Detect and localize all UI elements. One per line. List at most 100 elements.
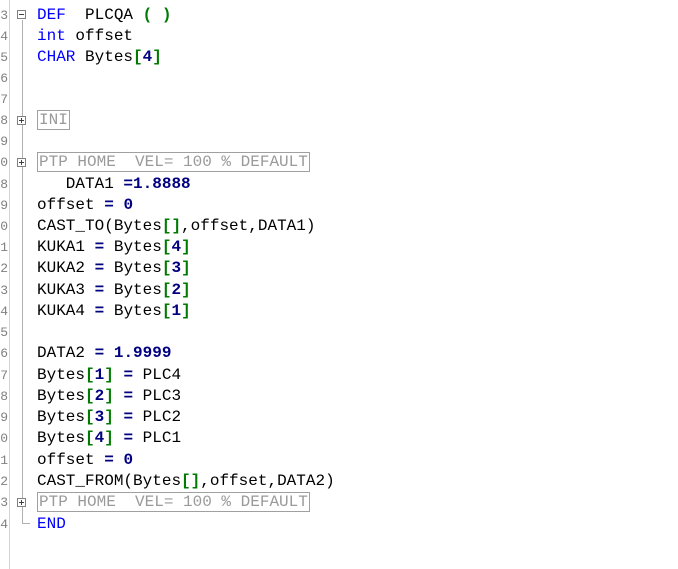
number: 4	[94, 429, 105, 447]
code-line[interactable]: KUKA2 = Bytes[3]	[37, 258, 191, 279]
identifier: Bytes	[113, 302, 162, 320]
identifier: KUKA2	[37, 259, 86, 277]
keyword: CHAR	[37, 48, 76, 66]
line-number: 7	[0, 368, 8, 383]
function-call: CAST_FROM	[37, 472, 124, 490]
identifier: Bytes	[133, 472, 182, 490]
operator: =	[104, 451, 114, 469]
fold-expand-icon[interactable]	[17, 158, 26, 167]
line-number: 0	[0, 431, 8, 446]
identifier: KUKA4	[37, 302, 86, 320]
identifier: PLC1	[142, 429, 182, 447]
code-line[interactable]: Bytes[3] = PLC2	[37, 407, 181, 428]
bracket: [	[85, 408, 95, 426]
identifier: KUKA3	[37, 281, 86, 299]
fold-guide-line	[22, 20, 23, 523]
line-number: 4	[0, 517, 8, 532]
folded-block-ini[interactable]: INI	[37, 110, 70, 130]
operator: =	[94, 281, 105, 299]
code-line[interactable]: CAST_TO(Bytes[],offset,DATA1)	[37, 216, 315, 237]
number: 4	[171, 238, 182, 256]
code-line[interactable]: END	[37, 514, 66, 535]
line-number: 3	[0, 283, 8, 298]
identifier: offset	[37, 196, 95, 214]
identifier: PLC4	[142, 366, 182, 384]
line-number: 1	[0, 240, 8, 255]
identifier: Bytes	[37, 387, 86, 405]
fold-expand-icon[interactable]	[17, 498, 26, 507]
number: 0	[123, 196, 134, 214]
identifier: PLC2	[142, 408, 182, 426]
line-number: 6	[0, 71, 8, 86]
operator: =	[123, 408, 134, 426]
paren: (	[142, 6, 153, 24]
number: 0	[123, 451, 134, 469]
bracket: ]	[104, 429, 114, 447]
code-line[interactable]: KUKA4 = Bytes[1]	[37, 301, 191, 322]
keyword: END	[37, 515, 66, 533]
line-number: 3	[0, 495, 8, 510]
bracket: ]	[104, 387, 114, 405]
line-number: 5	[0, 325, 8, 340]
line-number-gutter: 3 4 5 6 7 8 9 0 8 9 0 1 2 3 4 5 6 7 8 9 0 1 2 3 4	[0, 0, 10, 569]
number: 1.9999	[113, 344, 172, 362]
code-line[interactable]: Bytes[1] = PLC4	[37, 365, 181, 386]
line-number: 8	[0, 177, 8, 192]
identifier: Bytes	[113, 238, 162, 256]
operator: =	[94, 302, 105, 320]
code-line[interactable]: PTP HOME VEL= 100 % DEFAULT	[37, 492, 310, 513]
operator: =	[94, 238, 105, 256]
line-number: 7	[0, 92, 8, 107]
identifier: Bytes	[113, 217, 162, 235]
keyword: int	[37, 27, 66, 45]
code-line[interactable]: KUKA1 = Bytes[4]	[37, 237, 191, 258]
code-line[interactable]: offset = 0	[37, 195, 133, 216]
number: 3	[94, 408, 105, 426]
identifier: Bytes	[113, 281, 162, 299]
code-line[interactable]: KUKA3 = Bytes[2]	[37, 280, 191, 301]
identifier: Bytes	[85, 48, 134, 66]
code-line[interactable]: DEF PLCQA ( )	[37, 5, 171, 26]
operator: =	[123, 429, 134, 447]
operator: =	[123, 387, 134, 405]
folded-block-ptp-home[interactable]: PTP HOME VEL= 100 % DEFAULT	[37, 152, 310, 172]
bracket: []	[181, 472, 201, 490]
code-line[interactable]: INI	[37, 110, 70, 131]
code-line[interactable]: Bytes[4] = PLC1	[37, 428, 181, 449]
number: 2	[94, 387, 105, 405]
identifier: offset	[75, 27, 134, 45]
code-line[interactable]: Bytes[2] = PLC3	[37, 386, 181, 407]
identifier: Bytes	[113, 259, 162, 277]
identifier: offset	[37, 451, 95, 469]
code-line[interactable]: DATA2 = 1.9999	[37, 343, 171, 364]
identifier: Bytes	[37, 429, 86, 447]
code-line[interactable]: PTP HOME VEL= 100 % DEFAULT	[37, 152, 310, 173]
code-line[interactable]: DATA1 =1.8888	[37, 174, 191, 195]
code-line[interactable]: offset = 0	[37, 450, 133, 471]
line-number: 0	[0, 155, 8, 170]
code-line[interactable]: CAST_FROM(Bytes[],offset,DATA2)	[37, 471, 335, 492]
fold-expand-icon[interactable]	[17, 116, 26, 125]
line-number: 2	[0, 261, 8, 276]
operator: =	[94, 344, 105, 362]
fold-collapse-icon[interactable]	[17, 10, 26, 19]
identifier: Bytes	[37, 408, 86, 426]
line-number: 9	[0, 410, 8, 425]
bracket: ]	[104, 408, 114, 426]
function-call: CAST_TO	[37, 217, 105, 235]
bracket: ]	[181, 259, 191, 277]
number: 2	[171, 281, 182, 299]
code-line[interactable]: CHAR Bytes[4]	[37, 47, 162, 68]
identifier: DATA1	[37, 175, 114, 193]
line-number: 9	[0, 134, 8, 149]
folded-block-ptp-home[interactable]: PTP HOME VEL= 100 % DEFAULT	[37, 492, 310, 512]
code-line[interactable]: int offset	[37, 26, 133, 47]
number: 1	[94, 366, 105, 384]
identifier: Bytes	[37, 366, 86, 384]
line-number: 9	[0, 198, 8, 213]
line-number: 0	[0, 219, 8, 234]
line-number: 4	[0, 29, 8, 44]
paren: )	[161, 6, 172, 24]
bracket: ]	[104, 366, 114, 384]
bracket: [	[85, 387, 95, 405]
